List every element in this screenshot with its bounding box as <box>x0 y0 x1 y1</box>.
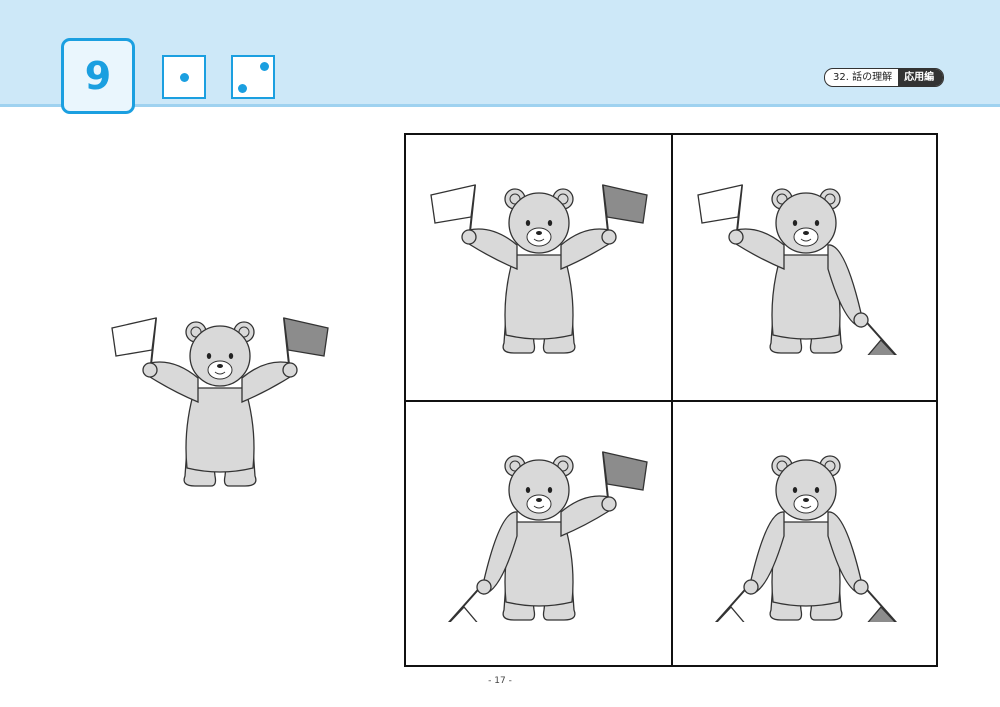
page-header <box>0 0 1000 104</box>
gray-flag <box>602 184 648 224</box>
dice-pip <box>260 62 269 71</box>
dice-two-icon <box>231 55 275 99</box>
bear-muzzle <box>793 494 819 514</box>
bear-muzzle <box>526 227 552 247</box>
bear-eye <box>206 353 212 359</box>
right-paw <box>601 496 617 512</box>
bear-eye <box>814 220 820 226</box>
bear-figure <box>697 184 898 355</box>
choice-cell-3[interactable] <box>406 402 671 667</box>
bear-nose <box>536 498 542 502</box>
bear-figure <box>111 317 329 487</box>
left-paw <box>142 362 158 378</box>
lesson-topic: 32. 話の理解 <box>833 72 893 83</box>
answer-choice-grid <box>404 133 938 667</box>
dice-one-icon <box>162 55 206 99</box>
dice-pip <box>238 84 247 93</box>
bear-muzzle <box>526 494 552 514</box>
bear-muzzle <box>207 360 233 380</box>
right-paw <box>601 229 617 245</box>
left-paw <box>743 579 759 595</box>
bear-figure <box>447 451 648 622</box>
prompt-bear-picture <box>111 317 329 487</box>
problem-number-box: 9 <box>61 38 135 114</box>
choice-cell-2[interactable] <box>673 135 938 400</box>
page-number: - 17 - <box>488 676 512 686</box>
bear-eye <box>814 487 820 493</box>
choice-cell-4[interactable] <box>673 402 938 667</box>
gray-flag <box>283 317 329 357</box>
white-flag <box>111 317 157 357</box>
choice-bear-picture <box>430 184 648 354</box>
right-paw <box>853 312 869 328</box>
header-divider <box>0 104 1000 107</box>
bear-eye <box>792 487 798 493</box>
lesson-badge: 32. 話の理解 応用編 <box>824 68 945 87</box>
bear-muzzle <box>793 227 819 247</box>
bear-eye <box>792 220 798 226</box>
left-paw <box>476 579 492 595</box>
left-paw <box>728 229 744 245</box>
gray-flag <box>602 451 648 491</box>
bear-nose <box>803 498 809 502</box>
problem-number: 9 <box>84 54 112 98</box>
right-paw <box>853 579 869 595</box>
right-paw <box>282 362 298 378</box>
bear-nose <box>803 231 809 235</box>
white-flag <box>697 184 743 224</box>
dice-pip <box>179 72 189 82</box>
white-flag <box>430 184 476 224</box>
bear-figure <box>430 184 648 354</box>
bear-figure <box>714 455 898 622</box>
left-paw <box>461 229 477 245</box>
choice-cell-1[interactable] <box>406 135 671 400</box>
bear-eye <box>547 220 553 226</box>
choice-bear-picture <box>714 455 898 622</box>
bear-eye <box>228 353 234 359</box>
bear-eye <box>547 487 553 493</box>
bear-eye <box>525 220 531 226</box>
choice-bear-picture <box>447 451 648 622</box>
bear-nose <box>217 364 223 368</box>
lesson-level: 応用編 <box>898 69 944 86</box>
bear-eye <box>525 487 531 493</box>
choice-bear-picture <box>697 184 898 355</box>
bear-nose <box>536 231 542 235</box>
